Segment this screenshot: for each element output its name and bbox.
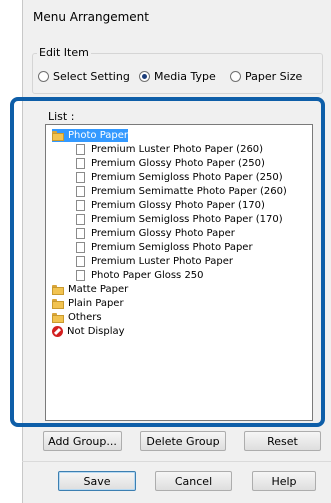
list-item-matte-paper[interactable]: Matte Paper (52, 283, 128, 296)
list-item-label: Photo Paper (68, 130, 129, 141)
folder-icon (52, 298, 64, 309)
document-icon (76, 158, 85, 169)
list-item[interactable]: Premium Glossy Photo Paper (76, 227, 235, 240)
list-item-photo-paper[interactable]: Photo Paper (52, 129, 129, 142)
document-icon (76, 256, 85, 267)
list-item[interactable]: Premium Luster Photo Paper (76, 255, 233, 268)
list-item[interactable]: Premium Glossy Photo Paper (250) (76, 157, 265, 170)
radio-media-type-indicator[interactable] (139, 71, 150, 82)
list-item-label: Premium Glossy Photo Paper (91, 228, 235, 239)
document-icon (76, 200, 85, 211)
dialog-title: Menu Arrangement (33, 10, 149, 24)
list-item-label: Premium Semimatte Photo Paper (260) (91, 186, 287, 197)
radio-select-setting-indicator[interactable] (38, 71, 49, 82)
list-item-label: Photo Paper Gloss 250 (91, 270, 204, 281)
reset-button[interactable]: Reset (244, 431, 321, 451)
radio-paper-size[interactable]: Paper Size (230, 70, 302, 83)
document-icon (76, 172, 85, 183)
list-item[interactable]: Premium Semigloss Photo Paper (170) (76, 213, 283, 226)
no-entry-icon (52, 326, 63, 337)
folder-icon (52, 284, 64, 295)
folder-icon (52, 130, 64, 141)
document-icon (76, 186, 85, 197)
list-item[interactable]: Premium Luster Photo Paper (260) (76, 143, 263, 156)
list-item-plain-paper[interactable]: Plain Paper (52, 297, 124, 310)
list-item-others[interactable]: Others (52, 311, 102, 324)
button-separator (22, 461, 331, 462)
radio-media-type[interactable]: Media Type (139, 70, 216, 83)
add-group-button[interactable]: Add Group... (43, 431, 122, 451)
radio-select-setting[interactable]: Select Setting (38, 70, 130, 83)
list-item-label: Premium Glossy Photo Paper (170) (91, 200, 265, 211)
save-button[interactable]: Save (58, 471, 136, 491)
list-item[interactable]: Premium Semigloss Photo Paper (76, 241, 253, 254)
list-item-label: Matte Paper (68, 284, 129, 295)
radio-select-setting-label: Select Setting (53, 70, 130, 83)
list-item-label: Plain Paper (68, 298, 124, 309)
folder-icon (52, 312, 64, 323)
list-item[interactable]: Photo Paper Gloss 250 (76, 269, 204, 282)
cancel-button[interactable]: Cancel (155, 471, 232, 491)
help-button[interactable]: Help (252, 471, 316, 491)
document-icon (76, 228, 85, 239)
list-item-label: Premium Semigloss Photo Paper (91, 242, 253, 253)
list-item-label: Others (68, 312, 102, 323)
radio-paper-size-label: Paper Size (245, 70, 303, 83)
edit-item-label: Edit Item (37, 46, 91, 59)
document-icon (76, 242, 85, 253)
list-item-label: Premium Glossy Photo Paper (250) (91, 158, 265, 169)
list-item-label: Not Display (67, 326, 125, 337)
document-icon (76, 214, 85, 225)
list-item[interactable]: Premium Semigloss Photo Paper (250) (76, 171, 283, 184)
list-label: List : (48, 110, 75, 123)
list-item[interactable]: Premium Glossy Photo Paper (170) (76, 199, 265, 212)
document-icon (76, 270, 85, 281)
radio-paper-size-indicator[interactable] (230, 71, 241, 82)
radio-media-type-label: Media Type (154, 70, 216, 83)
document-icon (76, 144, 85, 155)
list-item-label: Premium Semigloss Photo Paper (250) (91, 172, 283, 183)
delete-group-button[interactable]: Delete Group (140, 431, 226, 451)
list-item[interactable]: Premium Semimatte Photo Paper (260) (76, 185, 287, 198)
list-item-label: Premium Luster Photo Paper (91, 256, 234, 267)
media-type-list[interactable]: Photo Paper Premium Luster Photo Paper (… (45, 124, 313, 421)
list-item-label: Premium Semigloss Photo Paper (170) (91, 214, 283, 225)
list-item-label: Premium Luster Photo Paper (260) (91, 144, 264, 155)
list-item-not-display[interactable]: Not Display (52, 325, 125, 338)
